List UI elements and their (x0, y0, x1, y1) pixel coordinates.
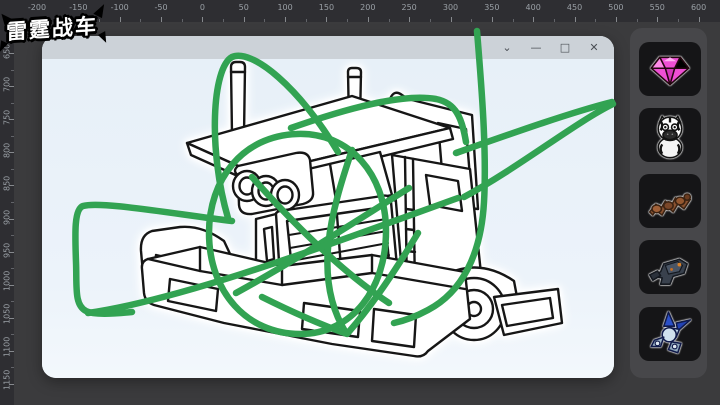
drawing-app-window: ⌄ — □ ✕ (42, 36, 614, 378)
collapse-chevron-icon[interactable]: ⌄ (501, 42, 513, 53)
minimize-icon[interactable]: — (530, 42, 542, 53)
blaster-gun-icon (645, 242, 695, 292)
desktop-background: { "app": { "background_color": "#3b3b3d"… (0, 0, 720, 405)
ruler-h-label: 150 (319, 3, 334, 13)
ruler-h-label: 600 (691, 3, 706, 13)
ruler-h-label: 400 (526, 3, 541, 13)
ruler-h-label: 100 (277, 3, 292, 13)
pink-gem-icon (645, 44, 695, 94)
rusty-crankshaft-icon (645, 176, 695, 226)
item-sidebar (630, 28, 707, 378)
ruler-h-label: 0 (200, 3, 205, 13)
ruler-h-label: 50 (239, 3, 249, 13)
sidebar-item-crankshaft[interactable] (639, 174, 701, 228)
ruler-h-label: 350 (484, 3, 499, 13)
close-icon[interactable]: ✕ (588, 42, 600, 53)
window-titlebar[interactable]: ⌄ — □ ✕ (42, 36, 614, 59)
ruler-h-label: 300 (443, 3, 458, 13)
sidebar-item-pink-gem[interactable] (639, 42, 701, 96)
sidebar-item-zebra[interactable] (639, 108, 701, 162)
drawing-canvas[interactable] (42, 59, 614, 378)
ruler-h-label: -50 (155, 3, 168, 13)
ruler-vertical: 6507007508008509009501000105011001150 (0, 0, 14, 405)
ruler-horizontal: -200-150-100-500501001502002503003504004… (0, 0, 720, 22)
ruler-h-label: 500 (608, 3, 623, 13)
maximize-icon[interactable]: □ (559, 42, 571, 53)
game-logo: 雷霆战车 (6, 10, 98, 46)
ruler-h-label: 450 (567, 3, 582, 13)
ruler-h-label: -200 (28, 3, 46, 13)
sidebar-item-crystal[interactable] (639, 307, 701, 361)
zebra-character-icon (645, 110, 695, 160)
ruler-h-label: 550 (650, 3, 665, 13)
ruler-h-label: 200 (360, 3, 375, 13)
ruler-h-label: 250 (402, 3, 417, 13)
ruler-h-label: -100 (111, 3, 129, 13)
blue-crystal-creature-icon (645, 309, 695, 359)
game-logo-text: 雷霆战车 (6, 10, 98, 46)
sidebar-item-gun[interactable] (639, 240, 701, 294)
truck-line-art (42, 59, 614, 378)
